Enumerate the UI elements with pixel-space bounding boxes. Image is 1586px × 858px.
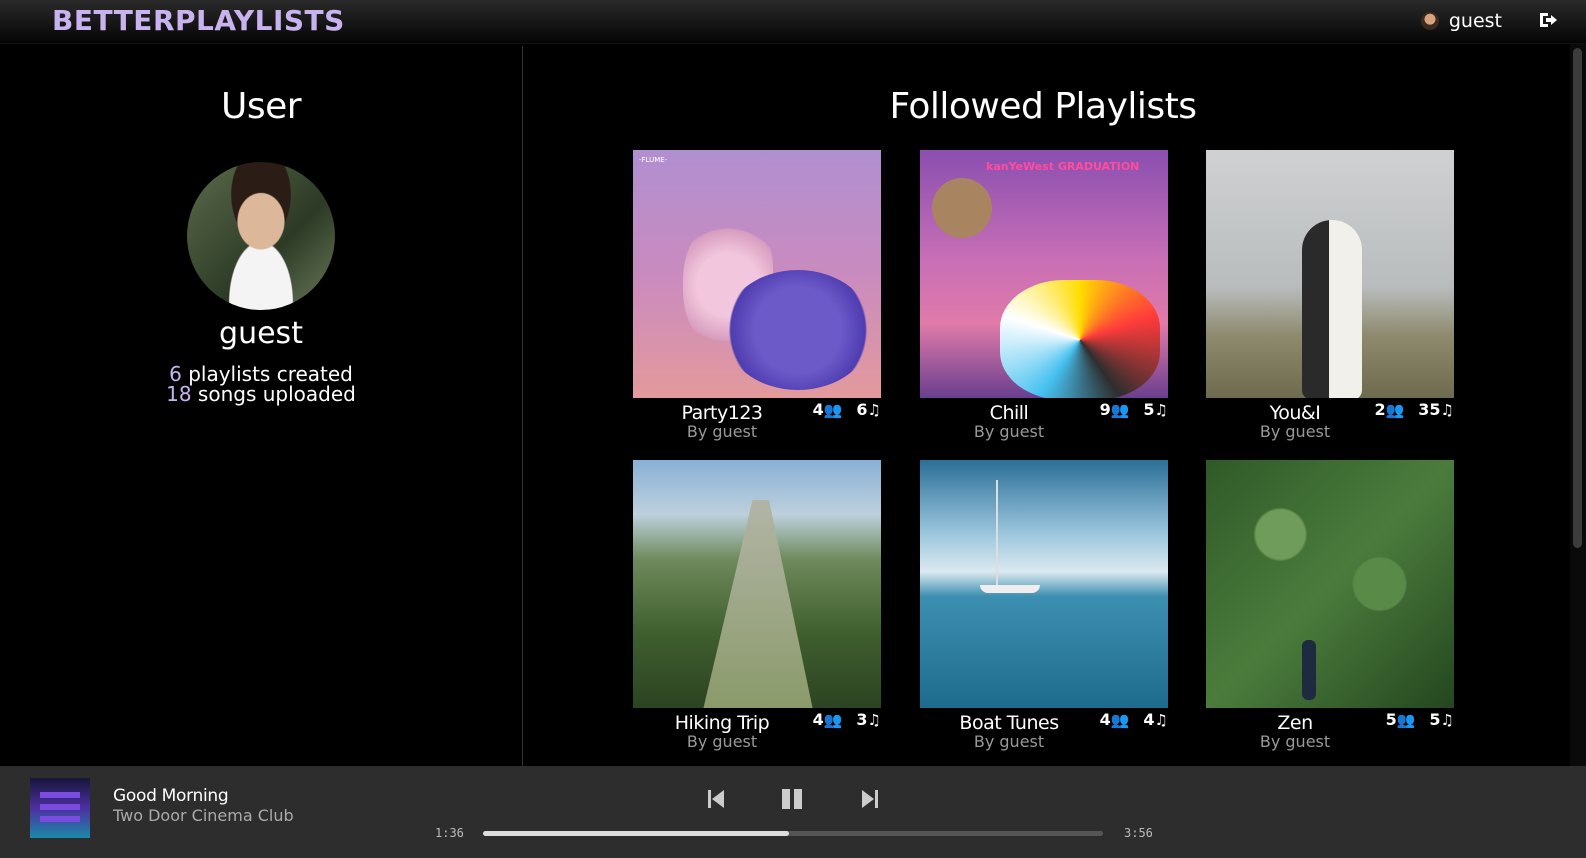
- playlist-owner: By guest: [973, 732, 1045, 751]
- followers-icon: 👥: [1110, 711, 1130, 729]
- playlist-owner: By guest: [686, 422, 758, 441]
- playlist-name[interactable]: Chill: [920, 402, 1098, 424]
- elapsed-time: 1:36: [435, 826, 464, 840]
- progress-bar[interactable]: [483, 831, 1103, 836]
- playlist-card[interactable]: You&I By guest 2👥 35♫: [1206, 150, 1454, 442]
- playlist-card[interactable]: Zen By guest 5👥 5♫: [1206, 460, 1454, 752]
- playlist-cover[interactable]: [920, 460, 1168, 708]
- songs-count: 6♫: [856, 400, 881, 419]
- songs-count: 5♫: [1429, 710, 1454, 729]
- user-stats: 6 playlists created 18 songs uploaded: [0, 364, 522, 404]
- avatar: [1420, 12, 1439, 30]
- followers-icon: 👥: [1110, 401, 1130, 419]
- followers-count: 2👥: [1374, 400, 1405, 419]
- playlist-card[interactable]: -FLUME- Party123 By guest 4👥 6♫: [633, 150, 881, 442]
- music-player-bar: Good Morning Two Door Cinema Club 1:36 3…: [0, 766, 1586, 858]
- playlist-name[interactable]: Hiking Trip: [633, 712, 811, 734]
- next-track-icon[interactable]: [857, 786, 883, 812]
- music-note-icon: ♫: [867, 711, 881, 729]
- scrollbar[interactable]: [1570, 44, 1586, 766]
- pause-icon[interactable]: [779, 786, 805, 812]
- followers-icon: 👥: [823, 401, 843, 419]
- top-navbar: BETTERPLAYLISTS guest: [0, 0, 1586, 44]
- total-duration: 3:56: [1124, 826, 1153, 840]
- music-note-icon: ♫: [1440, 711, 1454, 729]
- playlist-owner: By guest: [1259, 422, 1331, 441]
- followers-icon: 👥: [1396, 711, 1416, 729]
- music-note-icon: ♫: [1154, 401, 1168, 419]
- now-playing-artist: Two Door Cinema Club: [113, 806, 294, 825]
- app-logo[interactable]: BETTERPLAYLISTS: [52, 4, 345, 37]
- followers-icon: 👥: [1385, 401, 1405, 419]
- playlist-card[interactable]: Hiking Trip By guest 4👥 3♫: [633, 460, 881, 752]
- songs-uploaded-stat: 18 songs uploaded: [166, 382, 356, 406]
- playlist-name[interactable]: You&I: [1206, 402, 1384, 424]
- user-menu[interactable]: guest: [1420, 10, 1502, 32]
- playlist-owner: By guest: [1259, 732, 1331, 751]
- playlist-card[interactable]: Boat Tunes By guest 4👥 4♫: [920, 460, 1168, 752]
- now-playing-title: Good Morning: [113, 786, 229, 806]
- songs-count: 3♫: [856, 710, 881, 729]
- playlist-owner: By guest: [973, 422, 1045, 441]
- avatar: [187, 162, 335, 310]
- followed-playlists-panel: Followed Playlists -FLUME- Party123 By g…: [524, 46, 1562, 766]
- playlist-cover[interactable]: kanYeWest GRADUATION: [920, 150, 1168, 398]
- user-panel: User guest 6 playlists created 18 songs …: [0, 46, 523, 766]
- playlists-created-stat: 6 playlists created: [169, 362, 353, 386]
- playlist-cover[interactable]: [633, 460, 881, 708]
- playlist-name[interactable]: Zen: [1206, 712, 1384, 734]
- playlist-name[interactable]: Boat Tunes: [920, 712, 1098, 734]
- scrollbar-thumb[interactable]: [1573, 48, 1582, 548]
- profile-username: guest: [219, 316, 303, 351]
- songs-count: 35♫: [1418, 400, 1454, 419]
- now-playing-album-art: [30, 778, 90, 838]
- playlist-name[interactable]: Party123: [633, 402, 811, 424]
- music-note-icon: ♫: [867, 401, 881, 419]
- music-note-icon: ♫: [1440, 401, 1454, 419]
- progress-fill: [483, 831, 789, 836]
- followed-section-title: Followed Playlists: [889, 86, 1197, 127]
- logout-icon[interactable]: [1538, 10, 1558, 30]
- followers-count: 4👥: [812, 400, 843, 419]
- user-section-title: User: [220, 86, 302, 127]
- followers-icon: 👥: [823, 711, 843, 729]
- followers-count: 9👥: [1099, 400, 1130, 419]
- followers-count: 5👥: [1385, 710, 1416, 729]
- previous-track-icon[interactable]: [703, 786, 729, 812]
- songs-count: 5♫: [1143, 400, 1168, 419]
- followers-count: 4👥: [812, 710, 843, 729]
- followers-count: 4👥: [1099, 710, 1130, 729]
- header-username: guest: [1448, 10, 1502, 32]
- playlist-owner: By guest: [686, 732, 758, 751]
- music-note-icon: ♫: [1154, 711, 1168, 729]
- playlist-card[interactable]: kanYeWest GRADUATION Chill By guest 9👥 5…: [920, 150, 1168, 442]
- songs-count: 4♫: [1143, 710, 1168, 729]
- playlist-cover[interactable]: [1206, 150, 1454, 398]
- playlist-cover[interactable]: [1206, 460, 1454, 708]
- playlist-cover[interactable]: -FLUME-: [633, 150, 881, 398]
